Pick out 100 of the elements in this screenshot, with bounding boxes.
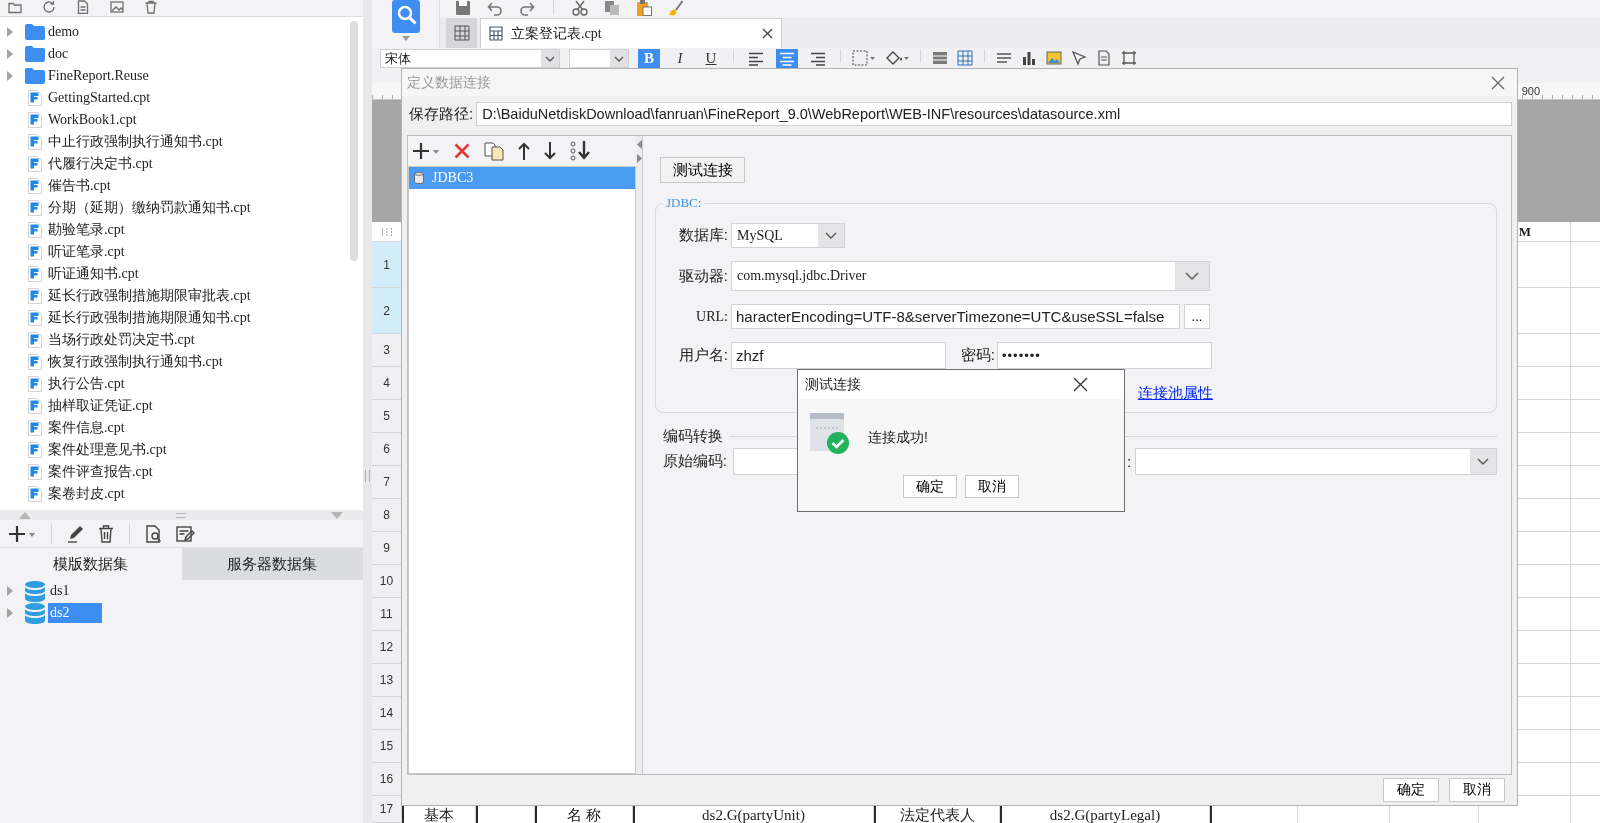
tree-item[interactable]: FineReport.Reuse	[48, 67, 149, 85]
image-icon[interactable]	[1046, 50, 1062, 66]
test-connection-button[interactable]: 测试连接	[660, 157, 745, 183]
tree-item[interactable]: 中止行政强制执行通知书.cpt	[48, 133, 223, 151]
url-field[interactable]: haracterEncoding=UTF-8&serverTimezone=UTC&useSSL=false	[731, 304, 1180, 329]
redo-icon[interactable]	[519, 0, 535, 16]
row-header[interactable]: 6	[372, 433, 402, 466]
rows-icon[interactable]	[932, 50, 948, 66]
grid-view-button[interactable]	[446, 18, 477, 48]
copy-icon[interactable]	[604, 0, 620, 16]
grip-icon[interactable]	[365, 470, 370, 482]
trash-icon[interactable]	[98, 524, 114, 543]
triangle-left-icon[interactable]	[636, 140, 642, 149]
tree-item[interactable]: GettingStarted.cpt	[48, 89, 151, 107]
trash-icon[interactable]	[144, 0, 158, 14]
border-icon[interactable]	[852, 50, 876, 66]
paint-bucket-icon[interactable]	[885, 50, 909, 66]
add-icon[interactable]	[412, 142, 440, 160]
tree-item[interactable]: 案件信息.cpt	[48, 419, 125, 437]
arrow-up-icon[interactable]	[518, 142, 530, 160]
row-header[interactable]: 14	[372, 697, 402, 730]
row-header[interactable]: 9	[372, 532, 402, 565]
crop-icon[interactable]	[1121, 50, 1137, 66]
document-icon[interactable]	[76, 0, 90, 14]
undo-icon[interactable]	[487, 0, 503, 16]
close-icon[interactable]	[1491, 75, 1505, 90]
scissors-icon[interactable]	[572, 0, 588, 16]
row-header[interactable]: 1	[372, 242, 402, 288]
document-edit-icon[interactable]	[176, 524, 195, 543]
pencil-icon[interactable]	[67, 524, 85, 543]
close-icon[interactable]	[762, 28, 773, 39]
row-header[interactable]: 2	[372, 288, 402, 334]
dataset-tab[interactable]: 服务器数据集	[181, 548, 363, 580]
folder-icon[interactable]	[8, 0, 22, 14]
dialog-button[interactable]: 确定	[903, 475, 957, 498]
grid-icon[interactable]	[957, 50, 973, 66]
caret-down-icon[interactable]	[401, 36, 410, 41]
tree-item[interactable]: 执行公告.cpt	[48, 375, 125, 393]
tree-item[interactable]: 抽样取证凭证.cpt	[48, 397, 153, 415]
row-header[interactable]: 12	[372, 631, 402, 664]
save-path-field[interactable]: D:\BaiduNetdiskDownload\fanruan\FineReport_9.0\WebReport\WEB-INF\resources\datasource.xml	[476, 102, 1512, 126]
triangle-right-icon[interactable]	[636, 154, 642, 163]
password-field[interactable]: •••••••	[997, 342, 1212, 369]
dialog-button[interactable]: 确定	[1383, 778, 1439, 802]
tree-item[interactable]: 听证笔录.cpt	[48, 243, 125, 261]
format-toggle[interactable]: U	[700, 49, 722, 68]
tree-item[interactable]: 当场行政处罚决定书.cpt	[48, 331, 195, 349]
expand-arrow-icon[interactable]	[7, 71, 13, 81]
tree-item[interactable]: 代履行决定书.cpt	[48, 155, 153, 173]
bar-chart-icon[interactable]	[1021, 50, 1037, 66]
tree-item[interactable]: 案卷封皮.cpt	[48, 485, 125, 503]
row-header[interactable]: 5	[372, 400, 402, 433]
row-header[interactable]: 13	[372, 664, 402, 697]
save-icon[interactable]	[455, 0, 471, 16]
tree-item[interactable]: doc	[48, 45, 69, 63]
database-select[interactable]: MySQL	[731, 223, 845, 248]
dots-icon[interactable]	[381, 228, 393, 236]
column-header[interactable]: M	[1518, 224, 1532, 240]
grip-icon[interactable]	[176, 512, 186, 518]
sort-icon[interactable]	[570, 141, 592, 161]
row-header[interactable]: 4	[372, 367, 402, 400]
expand-arrow-icon[interactable]	[7, 608, 13, 618]
delete-icon[interactable]	[454, 143, 470, 159]
arrow-down-icon[interactable]	[544, 142, 556, 160]
tree-item[interactable]: WorkBook1.cpt	[48, 111, 137, 129]
dialog-button[interactable]: 取消	[1449, 778, 1505, 802]
copy-icon[interactable]	[484, 141, 504, 161]
username-field[interactable]: zhzf	[731, 342, 946, 369]
tree-item[interactable]: 案件评查报告.cpt	[48, 463, 153, 481]
paste-icon[interactable]	[636, 0, 652, 16]
tree-item[interactable]: 分期（延期）缴纳罚款通知书.cpt	[48, 199, 251, 217]
row-header[interactable]: 17	[372, 796, 402, 823]
tree-item[interactable]: 延长行政强制措施期限审批表.cpt	[48, 287, 251, 305]
tree-item[interactable]: 案件处理意见书.cpt	[48, 441, 167, 459]
row-header[interactable]: 8	[372, 499, 402, 532]
driver-select[interactable]: com.mysql.jdbc.Driver	[731, 261, 1210, 291]
tree-item[interactable]: demo	[48, 23, 80, 41]
format-toggle[interactable]: I	[669, 49, 691, 68]
connection-pool-link[interactable]: 连接池属性	[1138, 383, 1213, 401]
image-icon[interactable]	[110, 0, 124, 14]
brush-icon[interactable]	[668, 0, 684, 16]
tree-item[interactable]: 恢复行政强制执行通知书.cpt	[48, 353, 223, 371]
document-search-icon[interactable]	[145, 524, 163, 543]
row-header[interactable]: 15	[372, 730, 402, 763]
expand-arrow-icon[interactable]	[7, 49, 13, 59]
scrollbar-thumb[interactable]	[350, 21, 358, 261]
pointer-icon[interactable]	[1071, 50, 1087, 66]
tree-item[interactable]: 听证通知书.cpt	[48, 265, 139, 283]
expand-arrow-icon[interactable]	[7, 586, 13, 596]
row-header[interactable]: 10	[372, 565, 402, 598]
add-icon[interactable]	[8, 524, 36, 543]
dialog-button[interactable]: 取消	[965, 475, 1019, 498]
tree-item[interactable]: 勘验笔录.cpt	[48, 221, 125, 239]
document-tab[interactable]: 立案登记表.cpt	[480, 18, 782, 48]
row-header[interactable]: 16	[372, 763, 402, 796]
magnifier-icon[interactable]	[391, 0, 420, 33]
refresh-icon[interactable]	[42, 0, 56, 14]
font-select[interactable]: 宋体	[380, 49, 560, 68]
dataset-item[interactable]: ds1	[48, 581, 102, 601]
text-lines-icon[interactable]	[996, 50, 1012, 66]
